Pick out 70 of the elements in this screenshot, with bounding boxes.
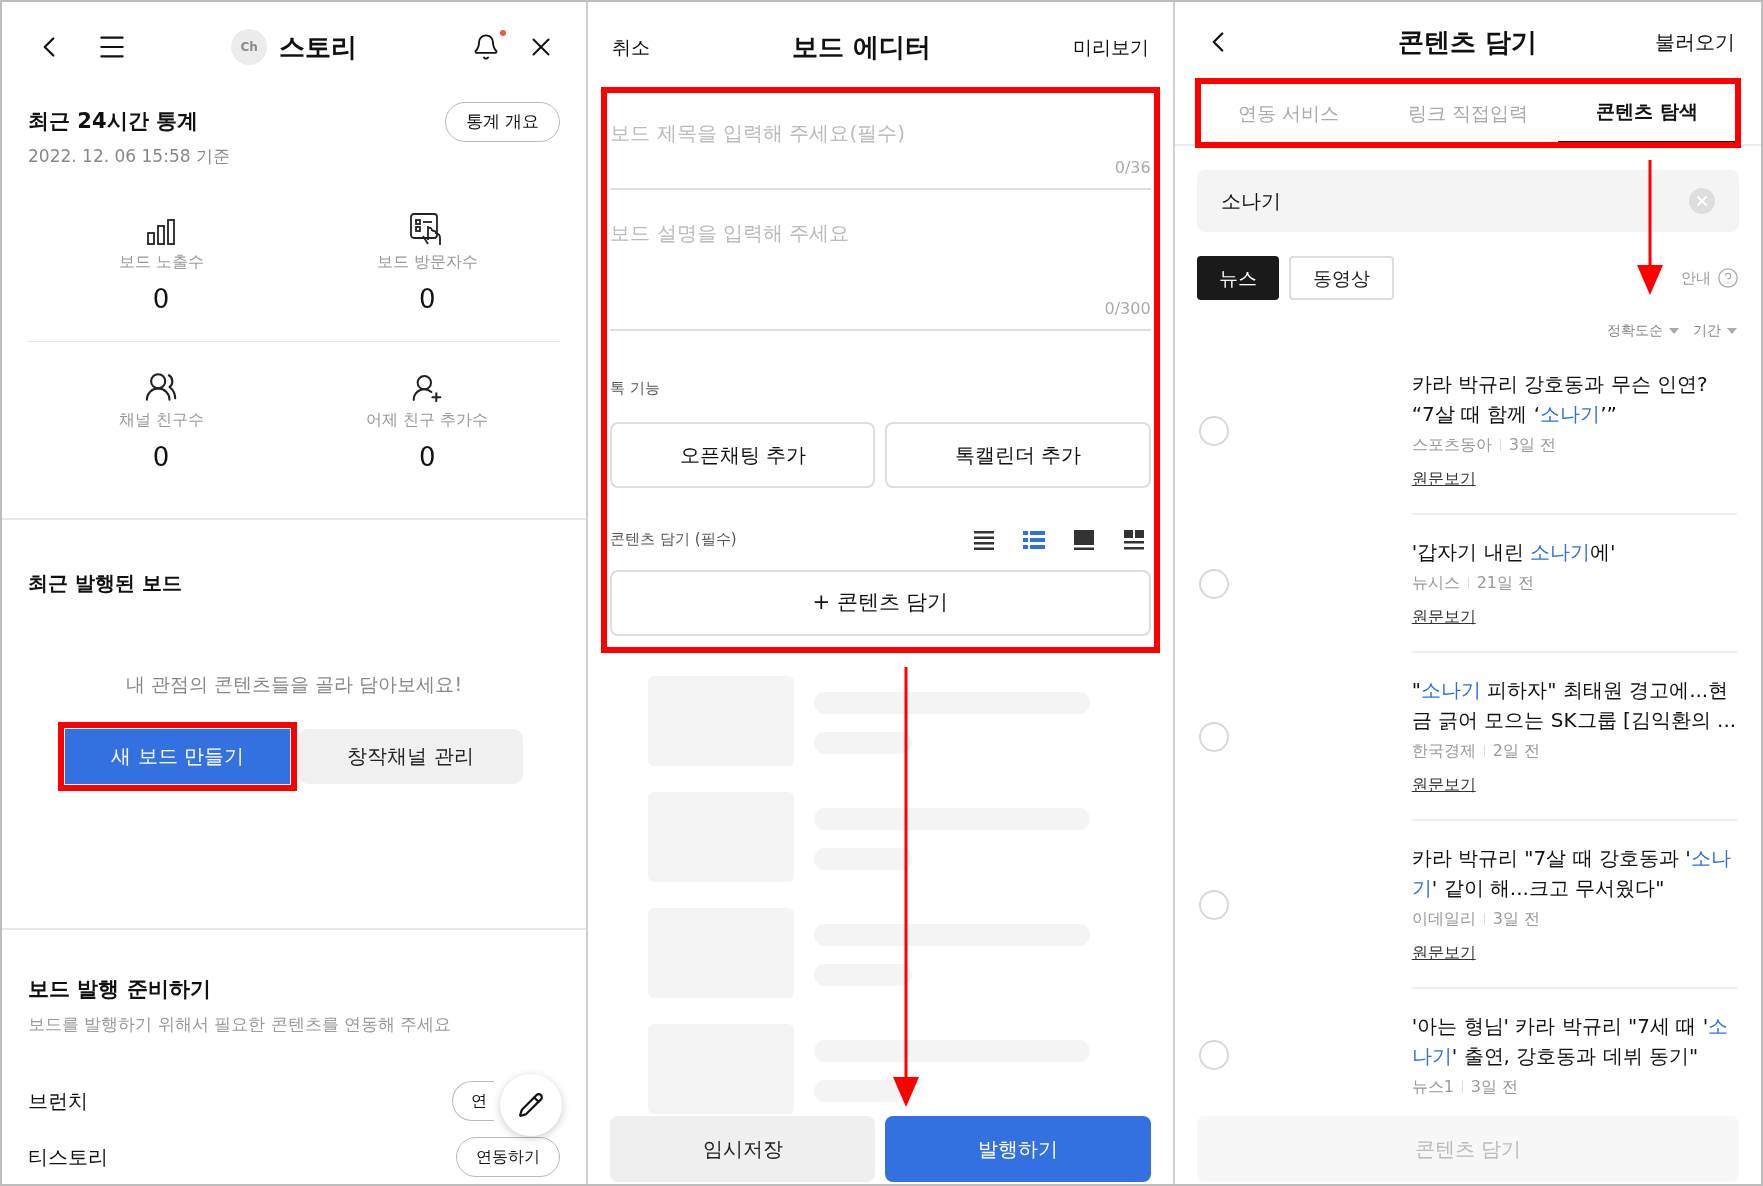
radio-button[interactable]: [1198, 569, 1229, 599]
stat-value: 0: [418, 440, 436, 474]
article-title: 카라 박규리 강호동과 무슨 인연? “7살 때 함께 ‘소나기’”: [1411, 371, 1709, 428]
filter-chip[interactable]: 뉴스: [1196, 256, 1279, 300]
section-title: 최근 발행된 보드: [28, 570, 182, 597]
stat-value: 0: [152, 282, 170, 316]
view-original-link[interactable]: 원문보기: [1411, 467, 1476, 491]
service-name: 티스토리: [28, 1144, 108, 1171]
save-draft-button[interactable]: 임시저장: [610, 1116, 876, 1182]
tab[interactable]: 콘텐츠 탐색: [1557, 82, 1737, 144]
channel-manage-button[interactable]: 창작채널 관리: [298, 728, 524, 784]
view-original-link[interactable]: 원문보기: [1411, 605, 1476, 629]
section-subtitle: 보드를 발행하기 위해서 필요한 콘텐츠를 연동해 주세요: [28, 1012, 452, 1036]
article-source: 스포츠동아: [1411, 434, 1492, 456]
stat-label: 채널 친구수: [118, 408, 204, 431]
pencil-icon: [518, 1092, 544, 1118]
screen-title: 콘텐츠 담기: [1398, 25, 1538, 59]
view-original-link[interactable]: 원문보기: [1411, 773, 1476, 797]
article-age: 3일 전: [1470, 1076, 1519, 1098]
stat-value: 0: [418, 282, 436, 316]
cancel-link[interactable]: 취소: [612, 32, 651, 62]
field-label: 톡 기능: [610, 378, 661, 399]
caret-icon: [1669, 327, 1679, 334]
screen-title: 스토리: [279, 30, 358, 64]
sort-dropdown[interactable]: 기간: [1693, 320, 1721, 341]
article-age: 3일 전: [1492, 908, 1540, 930]
title-field[interactable]: 보드 제목을 입력해 주세요(필수): [610, 118, 1151, 148]
stat-label: 보드 노출수: [118, 250, 204, 273]
add-feature-button[interactable]: 톡캘린더 추가: [885, 421, 1151, 488]
radio-button[interactable]: [1198, 890, 1229, 920]
filter-chip[interactable]: 동영상: [1288, 256, 1394, 300]
article-age: 3일 전: [1508, 434, 1556, 456]
radio-button[interactable]: [1198, 416, 1229, 446]
caret-icon: [1727, 327, 1737, 334]
channel-logo: Ch: [231, 29, 268, 65]
section-title: 보드 발행 준비하기: [28, 976, 211, 1003]
add-feature-button[interactable]: 오픈채팅 추가: [610, 421, 876, 488]
edit-fab[interactable]: [500, 1074, 562, 1136]
section-title: 최근 24시간 통계: [28, 108, 198, 136]
bar-chart-icon: [146, 217, 177, 246]
screen-title: 보드 에디터: [791, 30, 931, 64]
char-counter: 0/300: [1104, 298, 1151, 320]
article-source: 한국경제: [1411, 740, 1476, 762]
radio-button[interactable]: [1198, 1040, 1229, 1070]
article-source: 뉴스1: [1411, 1076, 1454, 1098]
preview-link[interactable]: 미리보기: [1072, 32, 1149, 62]
stat-label: 보드 방문자수: [376, 250, 478, 273]
view-original-link[interactable]: 원문보기: [1411, 941, 1476, 965]
field-label: 콘텐츠 담기 (필수): [610, 529, 737, 551]
description-field[interactable]: 보드 설명을 입력해 주세요: [610, 218, 1151, 290]
empty-message: 내 관점의 콘텐츠들을 골라 담아보세요!: [126, 672, 463, 697]
sort-dropdown[interactable]: 정확도순: [1607, 320, 1663, 341]
load-link[interactable]: 불러오기: [1655, 27, 1735, 57]
article-age: 21일 전: [1476, 572, 1535, 594]
service-name: 브런치: [28, 1088, 88, 1115]
article-age: 2일 전: [1492, 740, 1540, 762]
article-title: 카라 박규리 "7살 때 강호동과 '소나기' 같이 해...크고 무서웠다": [1411, 845, 1732, 902]
new-board-button[interactable]: 새 보드 만들기: [65, 728, 291, 784]
article-title: "소나기 피하자" 최태원 경고에...현금 긁어 모으는 SK그룹 [김익환의 ...: [1411, 677, 1737, 734]
article-source: 이데일리: [1411, 908, 1476, 930]
article-title: '아는 형님' 카라 박규리 "7세 때 '소나기' 출연, 강호동과 데뷔 동기": [1411, 1013, 1730, 1070]
publish-button[interactable]: 발행하기: [885, 1116, 1151, 1182]
article-source: 뉴시스: [1411, 572, 1460, 594]
article-title: '갑자기 내린 소나기에': [1411, 539, 1617, 566]
timestamp: 2022. 12. 06 15:58 기준: [28, 145, 230, 168]
add-content-button[interactable]: + 콘텐츠 담기: [610, 569, 1151, 636]
stat-label: 어제 친구 추가수: [366, 408, 489, 431]
stat-value: 0: [152, 440, 170, 474]
radio-button[interactable]: [1198, 722, 1229, 752]
char-counter: 0/36: [1114, 157, 1151, 179]
